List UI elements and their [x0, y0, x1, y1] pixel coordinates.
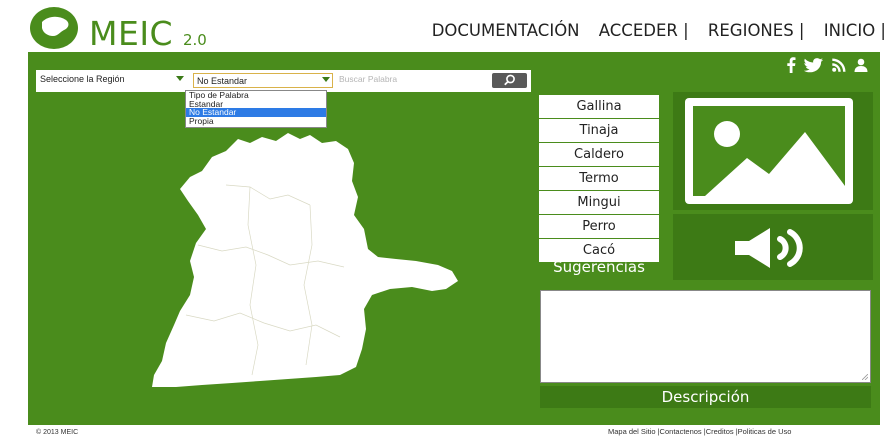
- image-placeholder-icon: [693, 106, 845, 196]
- copyright: © 2013 MEIC: [36, 429, 79, 436]
- footer-links[interactable]: Mapa del Sitio |Contactenos |Creditos |P…: [608, 427, 791, 436]
- word-list: Gallina Tinaja Caldero Termo Mingui Perr…: [539, 95, 659, 263]
- rss-icon[interactable]: [832, 58, 846, 72]
- logo-icon[interactable]: [28, 6, 83, 50]
- word-type-dropdown: Tipo de Palabra Estandar No Estandar Pro…: [185, 90, 327, 128]
- nav-regiones[interactable]: REGIONES |: [708, 21, 805, 40]
- word-item[interactable]: Gallina: [539, 95, 659, 118]
- search-button[interactable]: [492, 73, 527, 88]
- chevron-down-icon[interactable]: [176, 76, 184, 81]
- search-icon: [504, 74, 515, 86]
- social-icons: [786, 54, 868, 76]
- twitter-icon[interactable]: [804, 57, 824, 73]
- word-type-select[interactable]: No Estandar: [193, 73, 333, 88]
- search-toolbar: Seleccione la Región No Estandar Buscar …: [36, 70, 531, 92]
- logo-text[interactable]: MEIC: [89, 14, 173, 53]
- nav-inicio[interactable]: INICIO |: [824, 21, 886, 40]
- word-item[interactable]: Mingui: [539, 191, 659, 214]
- word-item[interactable]: Termo: [539, 167, 659, 190]
- logo-version: 2.0: [183, 31, 207, 49]
- suggestions-label: Sugerencias: [553, 258, 645, 276]
- word-item[interactable]: Tinaja: [539, 119, 659, 142]
- nav-acceder[interactable]: ACCEDER |: [599, 21, 689, 40]
- facebook-icon[interactable]: [786, 57, 796, 73]
- region-select[interactable]: Seleccione la Región: [40, 74, 170, 84]
- word-item[interactable]: Caldero: [539, 143, 659, 166]
- image-frame: [685, 98, 853, 204]
- user-icon[interactable]: [854, 58, 868, 72]
- description-textarea[interactable]: [540, 290, 871, 383]
- header: MEIC 2.0 DOCUMENTACIÓN ACCEDER | REGIONE…: [0, 0, 890, 53]
- word-item[interactable]: Perro: [539, 215, 659, 238]
- speaker-icon: [735, 228, 803, 268]
- dropdown-option[interactable]: Propia: [186, 116, 326, 126]
- footer-bar: [28, 408, 880, 425]
- region-map[interactable]: [140, 125, 470, 390]
- nav-documentacion[interactable]: DOCUMENTACIÓN: [432, 21, 580, 40]
- search-input[interactable]: Buscar Palabra: [339, 74, 479, 84]
- top-nav: DOCUMENTACIÓN ACCEDER | REGIONES | INICI…: [432, 21, 886, 40]
- chevron-down-icon[interactable]: [322, 77, 330, 82]
- image-panel: [673, 92, 873, 210]
- description-label: Descripción: [540, 386, 871, 408]
- audio-button[interactable]: [673, 214, 873, 280]
- resize-handle-icon[interactable]: [862, 374, 868, 380]
